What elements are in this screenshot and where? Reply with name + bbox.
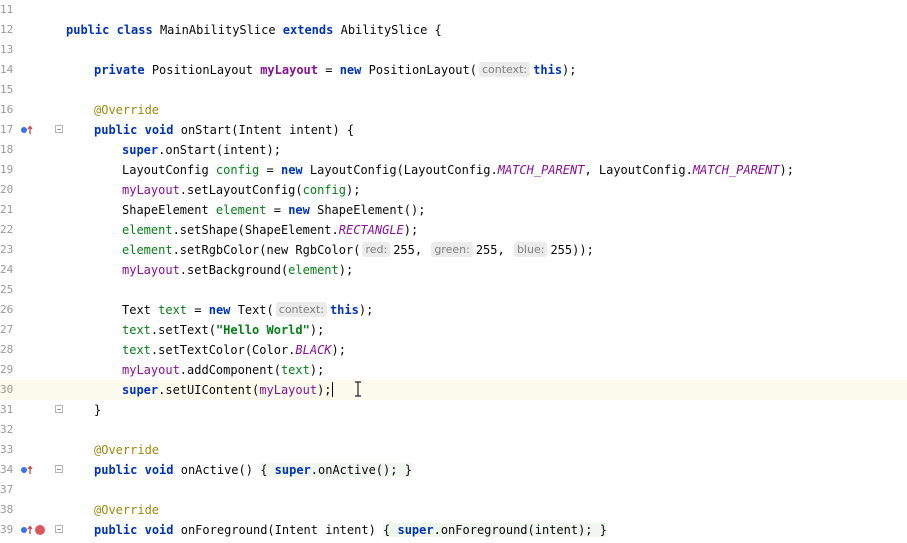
i-beam-cursor-icon: [355, 381, 361, 397]
code-line-31[interactable]: 31 }: [0, 400, 907, 420]
line-number: 34: [0, 463, 14, 476]
breakpoint-icon[interactable]: [35, 525, 45, 535]
code-text: super.setUIContent(myLayout);: [122, 382, 333, 397]
code-text: text.setText("Hello World");: [122, 323, 325, 337]
code-line-22[interactable]: 22 element.setShape(ShapeElement.RECTANG…: [0, 220, 907, 240]
code-line-19[interactable]: 19 LayoutConfig config = new LayoutConfi…: [0, 160, 907, 180]
line-number: 37: [0, 483, 14, 496]
code-line-17[interactable]: 17 public void onStart(Intent intent) {: [0, 120, 907, 140]
code-text: public void onForeground(Intent intent) …: [94, 523, 607, 537]
code-text: public class MainAbilitySlice extends Ab…: [66, 23, 442, 37]
line-number: 31: [0, 403, 14, 416]
code-editor[interactable]: 11 12 public class MainAbilitySlice exte…: [0, 0, 907, 543]
code-line-13[interactable]: 13: [0, 40, 907, 60]
parameter-hint: red:: [362, 242, 391, 257]
fold-toggle-icon[interactable]: [55, 125, 63, 133]
code-line-14[interactable]: 14 private PositionLayout myLayout = new…: [0, 60, 907, 80]
code-line-28[interactable]: 28 text.setTextColor(Color.BLACK);: [0, 340, 907, 360]
code-text: myLayout.setLayoutConfig(config);: [122, 183, 361, 197]
code-text: @Override: [94, 443, 160, 457]
line-number: 12: [0, 23, 14, 36]
code-text: private PositionLayout myLayout = new Po…: [94, 62, 577, 77]
folded-body[interactable]: { super.onForeground(intent); }: [383, 523, 607, 537]
code-line-26[interactable]: 26 Text text = new Text(context: this);: [0, 300, 907, 320]
override-up-arrow-icon[interactable]: [20, 125, 34, 135]
code-text: Text text = new Text(context: this);: [122, 302, 374, 317]
code-text: @Override: [94, 103, 160, 117]
fold-toggle-icon[interactable]: [55, 525, 63, 533]
folded-body[interactable]: { super.onActive(); }: [260, 463, 412, 477]
fold-toggle-icon[interactable]: [55, 405, 63, 413]
code-line-16[interactable]: 16 @Override: [0, 100, 907, 120]
parameter-hint: context:: [275, 302, 327, 317]
line-number: 30: [0, 383, 14, 396]
line-number: 14: [0, 63, 14, 76]
line-number: 25: [0, 283, 14, 296]
parameter-hint: blue:: [513, 242, 548, 257]
code-line-25[interactable]: 25: [0, 280, 907, 300]
line-number: 11: [0, 3, 14, 16]
override-up-arrow-icon[interactable]: [20, 525, 34, 535]
code-text: super.onStart(intent);: [122, 143, 281, 157]
code-line-24[interactable]: 24 myLayout.setBackground(element);: [0, 260, 907, 280]
line-number: 16: [0, 103, 14, 116]
line-number: 15: [0, 83, 14, 96]
code-text: element.setRgbColor(new RgbColor(red: 255…: [122, 242, 594, 257]
code-line-33[interactable]: 33 @Override: [0, 440, 907, 460]
line-number: 18: [0, 143, 14, 156]
line-number: 22: [0, 223, 14, 236]
code-line-32[interactable]: 32: [0, 420, 907, 440]
code-text: ShapeElement element = new ShapeElement(…: [122, 203, 426, 217]
code-line-37[interactable]: 37: [0, 480, 907, 500]
line-number: 29: [0, 363, 14, 376]
code-line-38[interactable]: 38 @Override: [0, 500, 907, 520]
line-number: 13: [0, 43, 14, 56]
code-line-29[interactable]: 29 myLayout.addComponent(text);: [0, 360, 907, 380]
override-up-arrow-icon[interactable]: [20, 465, 34, 475]
line-number: 33: [0, 443, 14, 456]
line-number: 23: [0, 243, 14, 256]
parameter-hint: context:: [478, 62, 531, 77]
code-line-21[interactable]: 21 ShapeElement element = new ShapeEleme…: [0, 200, 907, 220]
code-line-20[interactable]: 20 myLayout.setLayoutConfig(config);: [0, 180, 907, 200]
line-number: 24: [0, 263, 14, 276]
code-text: LayoutConfig config = new LayoutConfig(L…: [122, 163, 794, 177]
code-line-11[interactable]: 11: [0, 0, 907, 20]
code-text: myLayout.addComponent(text);: [122, 363, 325, 377]
code-line-39[interactable]: 39 public void onForeground(Intent inten…: [0, 520, 907, 540]
line-number: 32: [0, 423, 14, 436]
line-number: 38: [0, 503, 14, 516]
code-text: element.setShape(ShapeElement.RECTANGLE)…: [122, 223, 419, 237]
code-text: public void onActive() { super.onActive(…: [94, 463, 412, 477]
line-number: 17: [0, 123, 14, 136]
code-line-30-current[interactable]: 30 super.setUIContent(myLayout);: [0, 380, 907, 400]
line-number: 20: [0, 183, 14, 196]
parameter-hint: green:: [431, 242, 473, 257]
code-line-23[interactable]: 23 element.setRgbColor(new RgbColor(red:…: [0, 240, 907, 260]
code-text: @Override: [94, 503, 160, 517]
line-number: 21: [0, 203, 14, 216]
code-line-15[interactable]: 15: [0, 80, 907, 100]
code-text: myLayout.setBackground(element);: [122, 263, 354, 277]
code-line-27[interactable]: 27 text.setText("Hello World");: [0, 320, 907, 340]
line-number: 19: [0, 163, 14, 176]
code-line-18[interactable]: 18 super.onStart(intent);: [0, 140, 907, 160]
fold-toggle-icon[interactable]: [55, 465, 63, 473]
text-caret: [331, 382, 333, 397]
code-line-34[interactable]: 34 public void onActive() { super.onActi…: [0, 460, 907, 480]
code-line-12[interactable]: 12 public class MainAbilitySlice extends…: [0, 20, 907, 40]
code-text: public void onStart(Intent intent) {: [94, 123, 355, 137]
line-number: 27: [0, 323, 14, 336]
code-text: }: [94, 403, 102, 417]
code-text: text.setTextColor(Color.BLACK);: [122, 343, 346, 357]
line-number: 39: [0, 523, 14, 536]
line-number: 26: [0, 303, 14, 316]
line-number: 28: [0, 343, 14, 356]
